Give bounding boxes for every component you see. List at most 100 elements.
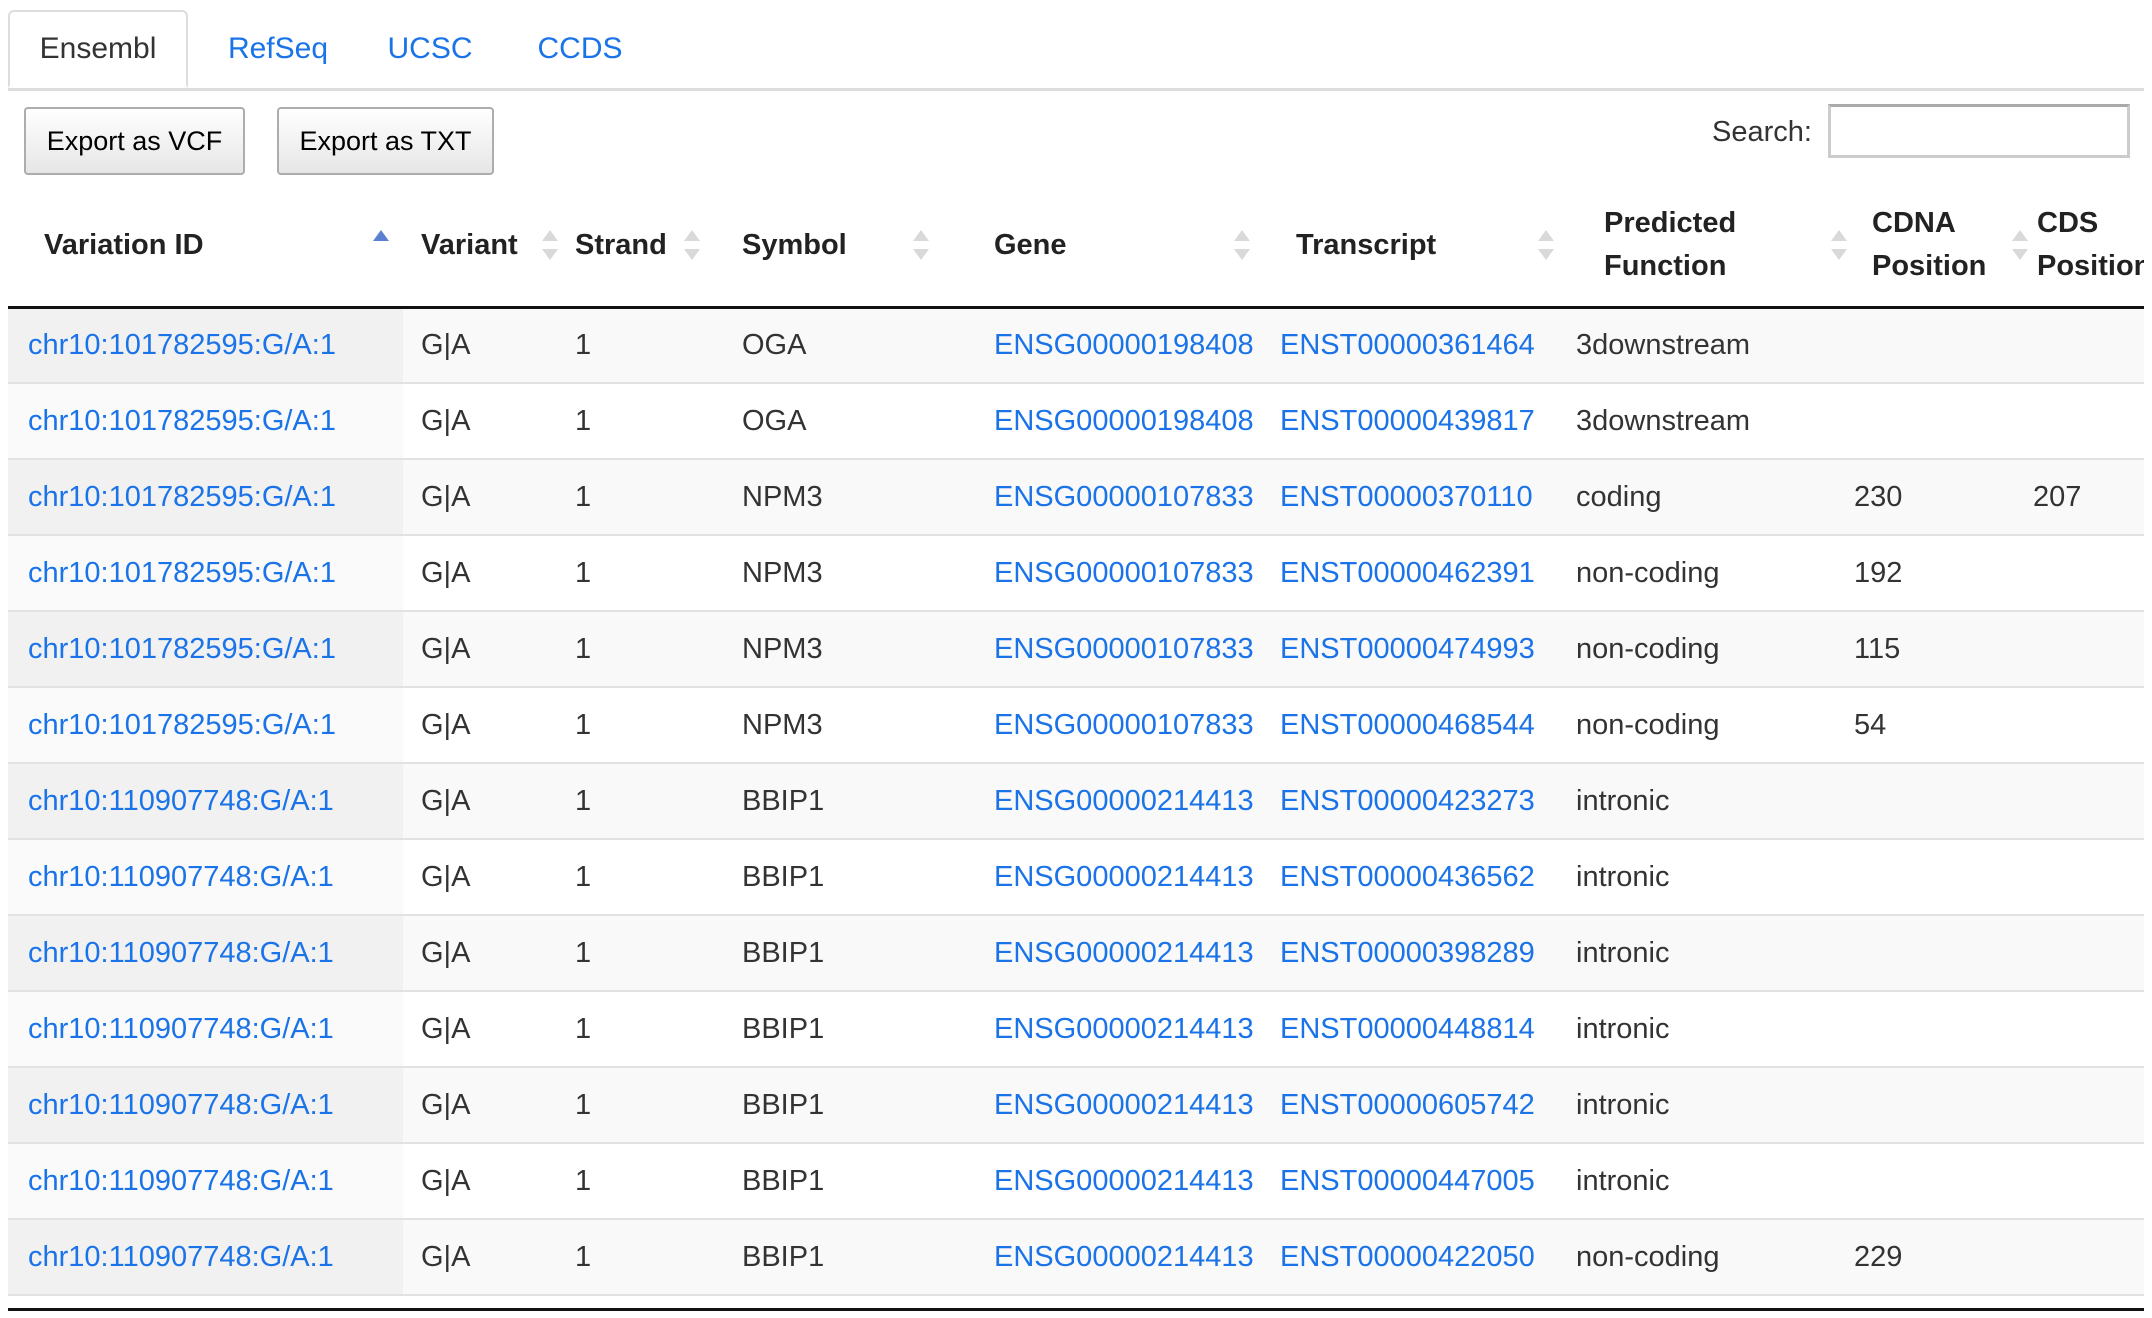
cell-variation-id-link[interactable]: chr10:110907748:G/A:1 (28, 1241, 334, 1273)
cell-predicted-function: non-coding (1560, 611, 1846, 688)
cell-transcript-link[interactable]: ENST00000448814 (1280, 1013, 1535, 1045)
cell-transcript-link[interactable]: ENST00000423273 (1280, 785, 1535, 817)
cell-gene-link[interactable]: ENSG00000107833 (994, 557, 1254, 589)
cell-gene-link[interactable]: ENSG00000214413 (994, 1013, 1254, 1045)
cell-transcript-link[interactable]: ENST00000370110 (1280, 481, 1533, 513)
cell-variant: G|A (403, 535, 575, 612)
cell-variation-id: chr10:110907748:G/A:1 (8, 1219, 403, 1296)
cell-variation-id-link[interactable]: chr10:110907748:G/A:1 (28, 1013, 334, 1045)
col-header-variant[interactable]: Variant (403, 185, 575, 309)
cell-gene-link[interactable]: ENSG00000107833 (994, 709, 1254, 741)
cell-transcript-link[interactable]: ENST00000462391 (1280, 557, 1535, 589)
col-header-variation-id[interactable]: Variation ID (8, 185, 403, 309)
cell-cdna-position (1846, 1143, 2033, 1220)
cell-predicted-function: coding (1560, 459, 1846, 536)
col-header-transcript[interactable]: Transcript (1264, 185, 1560, 309)
cell-variation-id: chr10:110907748:G/A:1 (8, 763, 403, 840)
table-row: chr10:101782595:G/A:1 G|A 1 NPM3 ENSG0000010… (8, 687, 2144, 764)
cell-variation-id: chr10:101782595:G/A:1 (8, 383, 403, 460)
cell-variation-id: chr10:101782595:G/A:1 (8, 687, 403, 764)
cell-variation-id-link[interactable]: chr10:110907748:G/A:1 (28, 937, 334, 969)
col-header-label: Variant (421, 228, 518, 261)
cell-cds-position (2033, 1067, 2144, 1144)
cell-transcript-link[interactable]: ENST00000436562 (1280, 861, 1535, 893)
cell-variation-id-link[interactable]: chr10:110907748:G/A:1 (28, 1089, 334, 1121)
cell-transcript: ENST00000398289 (1264, 915, 1560, 992)
col-header-gene[interactable]: Gene (965, 185, 1264, 309)
cell-strand: 1 (575, 1143, 742, 1220)
cell-symbol: BBIP1 (742, 1219, 965, 1296)
cell-predicted-function: non-coding (1560, 1219, 1846, 1296)
tab-refseq[interactable]: RefSeq (208, 10, 348, 88)
col-header-cds-position[interactable]: CDS Position (2033, 185, 2144, 309)
tab-ccds[interactable]: CCDS (520, 10, 640, 88)
col-header-label: CDNA Position (1872, 207, 1987, 283)
cell-variation-id-link[interactable]: chr10:101782595:G/A:1 (28, 329, 336, 361)
cell-gene-link[interactable]: ENSG00000214413 (994, 861, 1254, 893)
cell-strand: 1 (575, 687, 742, 764)
cell-variation-id-link[interactable]: chr10:101782595:G/A:1 (28, 709, 336, 741)
cell-symbol: OGA (742, 383, 965, 460)
cell-gene-link[interactable]: ENSG00000198408 (994, 329, 1254, 361)
cell-variation-id-link[interactable]: chr10:101782595:G/A:1 (28, 633, 336, 665)
cell-variation-id-link[interactable]: chr10:101782595:G/A:1 (28, 481, 336, 513)
cell-variation-id-link[interactable]: chr10:110907748:G/A:1 (28, 861, 334, 893)
cell-transcript-link[interactable]: ENST00000474993 (1280, 633, 1535, 665)
tab-ucsc[interactable]: UCSC (370, 10, 490, 88)
cell-transcript-link[interactable]: ENST00000605742 (1280, 1089, 1535, 1121)
cell-transcript: ENST00000439817 (1264, 383, 1560, 460)
cell-predicted-function: intronic (1560, 915, 1846, 992)
cell-predicted-function: 3downstream (1560, 383, 1846, 460)
cell-variation-id: chr10:110907748:G/A:1 (8, 915, 403, 992)
col-header-strand[interactable]: Strand (575, 185, 742, 309)
cell-transcript-link[interactable]: ENST00000398289 (1280, 937, 1535, 969)
cell-cds-position (2033, 991, 2144, 1068)
cell-cds-position (2033, 535, 2144, 612)
cell-transcript-link[interactable]: ENST00000468544 (1280, 709, 1535, 741)
cell-gene-link[interactable]: ENSG00000198408 (994, 405, 1254, 437)
cell-variation-id-link[interactable]: chr10:110907748:G/A:1 (28, 1165, 334, 1197)
cell-variation-id-link[interactable]: chr10:110907748:G/A:1 (28, 785, 334, 817)
cell-transcript: ENST00000370110 (1264, 459, 1560, 536)
cell-symbol: NPM3 (742, 687, 965, 764)
col-header-symbol[interactable]: Symbol (742, 185, 965, 309)
table-row: chr10:110907748:G/A:1 G|A 1 BBIP1 ENSG000002… (8, 1143, 2144, 1220)
cell-strand: 1 (575, 763, 742, 840)
col-header-predicted-function[interactable]: Predicted Function (1560, 185, 1847, 309)
cell-gene-link[interactable]: ENSG00000107833 (994, 481, 1254, 513)
cell-gene-link[interactable]: ENSG00000214413 (994, 785, 1254, 817)
col-header-label: CDS Position (2037, 207, 2144, 283)
export-vcf-button[interactable]: Export as VCF (24, 107, 245, 175)
cell-transcript-link[interactable]: ENST00000422050 (1280, 1241, 1535, 1273)
col-header-label: Strand (575, 228, 667, 261)
cell-gene-link[interactable]: ENSG00000214413 (994, 1165, 1254, 1197)
export-txt-button[interactable]: Export as TXT (277, 107, 494, 175)
cell-gene-link[interactable]: ENSG00000214413 (994, 1241, 1254, 1273)
cell-variant: G|A (403, 1067, 575, 1144)
tab-ensembl[interactable]: Ensembl (8, 10, 188, 88)
cell-variation-id: chr10:110907748:G/A:1 (8, 839, 403, 916)
cell-gene-link[interactable]: ENSG00000107833 (994, 633, 1254, 665)
table-bottom-border (8, 1308, 2144, 1311)
cell-symbol: BBIP1 (742, 763, 965, 840)
cell-variant: G|A (403, 459, 575, 536)
cell-gene-link[interactable]: ENSG00000214413 (994, 1089, 1254, 1121)
col-header-cdna-position[interactable]: CDNA Position (1846, 185, 2033, 309)
cell-variant: G|A (403, 991, 575, 1068)
cell-transcript-link[interactable]: ENST00000439817 (1280, 405, 1535, 437)
table-row: chr10:101782595:G/A:1 G|A 1 OGA ENSG00000198… (8, 383, 2144, 460)
cell-gene-link[interactable]: ENSG00000214413 (994, 937, 1254, 969)
table-row: chr10:110907748:G/A:1 G|A 1 BBIP1 ENSG000002… (8, 839, 2144, 916)
cell-cdna-position (1846, 915, 2033, 992)
cell-transcript: ENST00000462391 (1264, 535, 1560, 612)
cell-transcript-link[interactable]: ENST00000361464 (1280, 329, 1535, 361)
cell-transcript-link[interactable]: ENST00000447005 (1280, 1165, 1535, 1197)
cell-cdna-position: 192 (1846, 535, 2033, 612)
cell-variation-id-link[interactable]: chr10:101782595:G/A:1 (28, 405, 336, 437)
col-header-label: Symbol (742, 228, 847, 261)
cell-transcript: ENST00000422050 (1264, 1219, 1560, 1296)
cell-variation-id-link[interactable]: chr10:101782595:G/A:1 (28, 557, 336, 589)
cell-cds-position (2033, 839, 2144, 916)
cell-transcript: ENST00000361464 (1264, 307, 1560, 384)
search-input[interactable] (1828, 104, 2130, 158)
